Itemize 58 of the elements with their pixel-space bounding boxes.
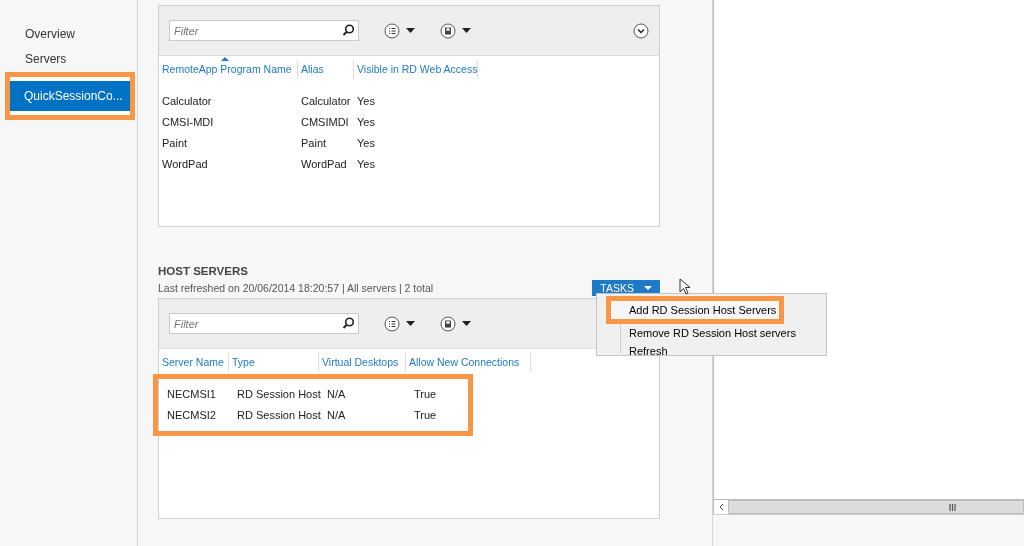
table-cell-text: N/A [326,386,347,402]
table-cell-text: RD Session Host [236,386,322,402]
table-cell-text: NECMSI1 [166,386,217,402]
table-cell-text: Calculator [161,94,213,110]
table-cell-text: Yes [356,115,376,131]
list-icon [384,22,400,39]
cursor-icon [679,278,691,295]
table-cell-text: Yes [356,136,376,152]
table-cell-text: RD Session Host [236,407,322,423]
column-header[interactable]: RemoteApp Program Name [159,60,298,79]
section-title: HOST SERVERS [158,264,249,279]
refresh-status-text: Last refreshed on 20/06/2014 18:20:57 | All servers | 2 total [158,280,434,296]
filter-field[interactable]: Filter [169,20,359,41]
column-header[interactable]: Virtual Desktops [319,353,406,373]
column-header[interactable]: Allow New Connections [406,353,531,373]
caret-icon [462,28,471,33]
table-cell-text: Paint [300,136,328,152]
save-icon [440,315,456,332]
caret-icon [462,321,471,327]
save-button[interactable] [440,22,471,39]
table-cell-text: N/A [326,407,347,423]
table-cell-text: Yes [356,157,376,173]
sidebar-item[interactable]: Overview [11,22,75,47]
column-header[interactable]: Server Name [159,353,229,373]
table-cell-text: CMSIMDI [300,115,350,131]
caret-icon [644,286,652,291]
table-cell-text: True [413,386,438,402]
save-icon [440,22,456,39]
sidebar-item[interactable]: Servers [11,47,67,72]
expand-button[interactable] [633,22,649,39]
column-header[interactable]: Alias [298,60,354,79]
table-cell-text: Calculator [300,94,352,110]
chevron-down-icon [633,22,649,39]
search-icon [342,24,354,36]
table-cell-text: CMSI-MDI [161,115,215,131]
filter-field[interactable]: Filter [169,313,359,335]
table-cell-text: Paint [161,136,189,152]
save-button[interactable] [440,315,471,332]
column-header[interactable]: Visible in RD Web Access [354,60,478,79]
table-cell-text: Yes [356,94,376,110]
table-cell-text: WordPad [300,157,348,173]
menu-item[interactable]: Refresh [597,342,826,360]
menu-item[interactable]: Remove RD Session Host servers [597,324,826,342]
menu-item[interactable]: Add RD Session Host Servers [611,301,779,319]
grip-icon [949,504,956,511]
search-icon [342,317,354,330]
caret-icon [406,321,415,327]
horizontal-scrollbar[interactable] [714,499,1024,514]
table-cell-text: True [413,407,438,423]
table-cell-text: WordPad [161,157,209,173]
table-cell-text: NECMSI2 [166,407,217,423]
column-header[interactable]: Type [229,353,319,373]
list-view-button[interactable] [384,22,415,39]
chevron-left-icon [718,503,724,512]
caret-icon [406,28,415,33]
list-icon [384,315,400,332]
list-view-button[interactable] [384,315,415,332]
sidebar-item[interactable]: QuickSessionCo... [10,81,130,111]
